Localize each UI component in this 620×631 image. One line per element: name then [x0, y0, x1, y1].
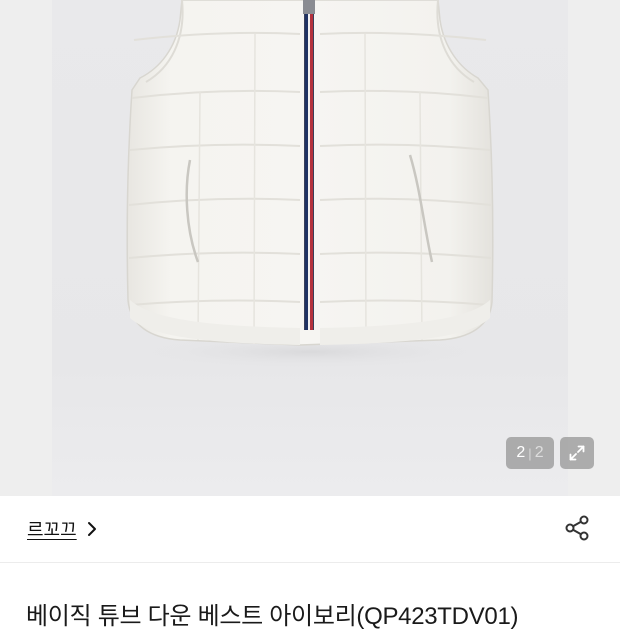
expand-arrows-icon: [569, 445, 585, 461]
share-icon: [565, 515, 589, 541]
share-button[interactable]: [562, 513, 592, 543]
product-image-gallery[interactable]: 2 | 2: [0, 0, 620, 496]
expand-image-button[interactable]: [560, 437, 594, 469]
current-image-number: 2: [516, 444, 526, 461]
product-title: 베이직 튜브 다운 베스트 아이보리(QP423TDV01): [26, 603, 519, 630]
shop-info-row: 르꼬끄: [0, 496, 620, 563]
total-image-count: 2: [534, 444, 544, 461]
shop-link[interactable]: 르꼬끄: [27, 516, 97, 542]
shop-name: 르꼬끄: [27, 520, 77, 540]
chevron-right-icon: [87, 521, 97, 537]
counter-separator: |: [528, 445, 532, 461]
image-page-counter: 2 | 2: [506, 437, 554, 469]
product-image-down-vest: [120, 0, 500, 370]
